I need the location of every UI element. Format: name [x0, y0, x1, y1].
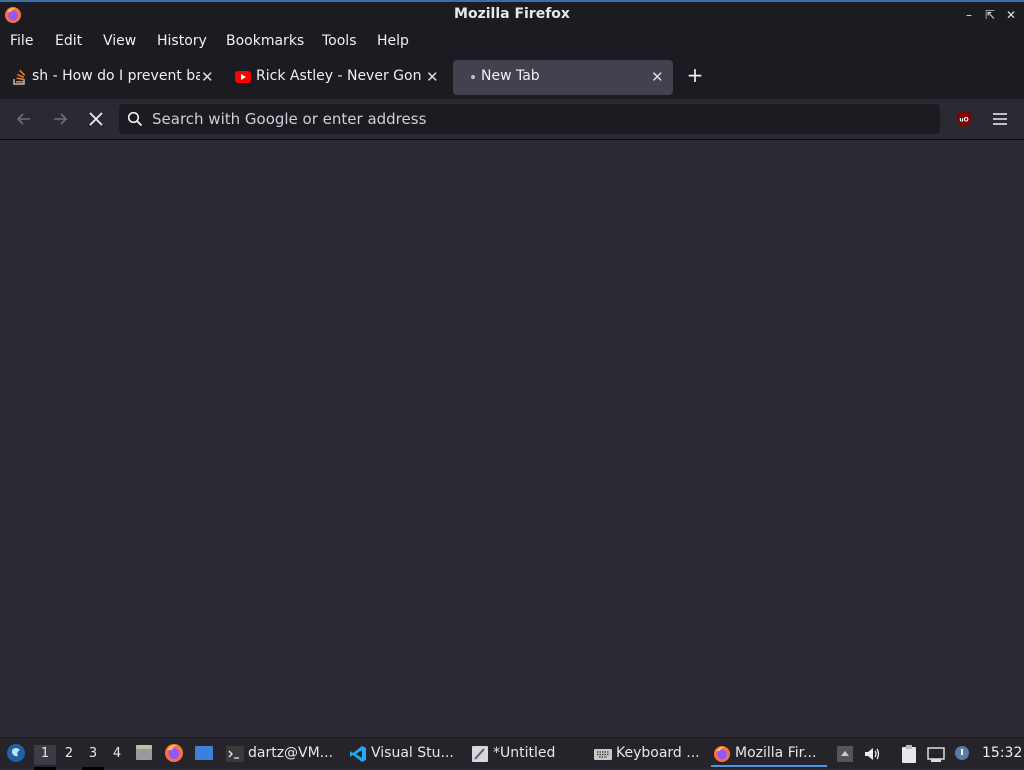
workspace-1[interactable]: 1 [34, 745, 56, 770]
loading-dot-icon [471, 75, 475, 79]
menu-edit[interactable]: Edit [55, 33, 82, 49]
notification-icon[interactable] [952, 744, 972, 764]
menu-hamburger-icon[interactable] [990, 109, 1010, 129]
search-icon [127, 111, 143, 127]
ublock-origin-icon[interactable]: uO [956, 110, 972, 128]
tab-close-icon[interactable]: ✕ [201, 68, 214, 86]
navigation-toolbar: uO [0, 99, 1024, 140]
vscode-icon [350, 746, 366, 762]
tab-label: sh - How do I prevent ba [32, 68, 200, 84]
task-label: dartz@VM... [248, 745, 334, 761]
menu-help[interactable]: Help [377, 33, 409, 49]
url-bar[interactable] [119, 104, 940, 134]
workspace-label: 1 [40, 746, 50, 761]
window-titlebar[interactable]: Mozilla Firefox – ⇱ ✕ [0, 0, 1024, 29]
minimize-button[interactable]: – [962, 8, 976, 22]
menu-bar: File Edit View History Bookmarks Tools H… [0, 29, 1024, 54]
forward-arrow-icon[interactable] [48, 107, 72, 131]
youtube-icon [235, 71, 251, 83]
svg-text:uO: uO [959, 117, 968, 124]
stackoverflow-icon [13, 69, 26, 85]
clock[interactable]: 15:32 [982, 745, 1022, 761]
workspace-label: 3 [88, 746, 98, 761]
text-editor-icon [472, 746, 488, 762]
task-vscode[interactable]: Visual Stu... [347, 742, 463, 767]
firefox-launcher-icon[interactable] [164, 743, 184, 763]
tab-stackoverflow[interactable]: sh - How do I prevent ba ✕ [4, 60, 222, 95]
task-label: Visual Stu... [371, 745, 454, 761]
firefox-icon [714, 746, 730, 762]
new-tab-button[interactable]: + [684, 64, 706, 86]
menu-tools[interactable]: Tools [322, 33, 357, 49]
start-menu-icon[interactable] [6, 743, 26, 763]
network-icon[interactable] [926, 744, 946, 764]
task-label: Keyboard ... [616, 745, 700, 761]
task-label: Mozilla Fir... [735, 745, 817, 761]
window-title: Mozilla Firefox [454, 6, 570, 22]
url-input[interactable] [152, 104, 922, 134]
file-manager-icon[interactable] [134, 743, 154, 763]
tab-youtube[interactable]: Rick Astley - Never Gonn ✕ [229, 60, 447, 95]
volume-icon[interactable] [862, 744, 882, 764]
tab-close-icon[interactable]: ✕ [426, 68, 439, 86]
clipboard-icon[interactable] [899, 744, 919, 764]
desktop-icon[interactable] [194, 743, 214, 763]
workspace-label: 2 [64, 746, 74, 761]
workspace-3[interactable]: 3 [82, 745, 104, 770]
taskbar: 1 2 3 4 dartz@VM... Visual Stu... *Untit… [0, 737, 1024, 770]
stop-loading-icon[interactable] [84, 107, 108, 131]
task-label: *Untitled [493, 745, 556, 761]
workspace-label: 4 [112, 746, 122, 761]
task-terminal[interactable]: dartz@VM... [224, 742, 340, 767]
tab-label: Rick Astley - Never Gonn [256, 68, 422, 84]
terminal-icon [226, 746, 244, 762]
keyboard-icon [594, 749, 612, 760]
tab-strip: sh - How do I prevent ba ✕ Rick Astley -… [0, 54, 1024, 99]
back-arrow-icon[interactable] [12, 107, 36, 131]
menu-bookmarks[interactable]: Bookmarks [226, 33, 304, 49]
tab-close-icon[interactable]: ✕ [651, 68, 664, 86]
menu-view[interactable]: View [103, 33, 136, 49]
task-firefox[interactable]: Mozilla Fir... [711, 742, 827, 767]
maximize-button[interactable]: ⇱ [983, 8, 997, 22]
workspace-2[interactable]: 2 [58, 745, 80, 765]
menu-history[interactable]: History [157, 33, 207, 49]
tab-label: New Tab [481, 68, 540, 84]
page-content [0, 140, 1024, 737]
task-keyboard[interactable]: Keyboard ... [592, 742, 708, 767]
menu-file[interactable]: File [10, 33, 33, 49]
tray-expand-icon[interactable] [835, 744, 855, 764]
close-window-button[interactable]: ✕ [1004, 8, 1018, 22]
task-text-editor[interactable]: *Untitled [469, 742, 585, 767]
tab-new-tab[interactable]: New Tab ✕ [453, 60, 673, 95]
workspace-4[interactable]: 4 [106, 745, 128, 765]
